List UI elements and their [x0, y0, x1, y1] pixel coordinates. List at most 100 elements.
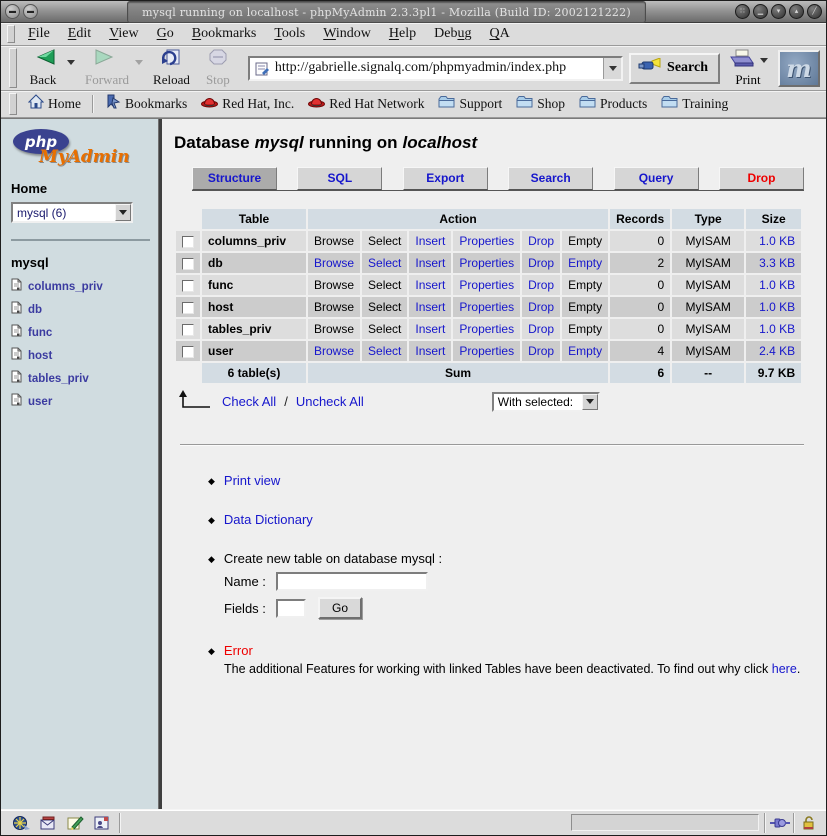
window-shade-icon[interactable]: ▁: [753, 4, 768, 19]
action-drop[interactable]: Drop: [522, 253, 560, 273]
go-button[interactable]: Go: [318, 597, 362, 619]
action-properties[interactable]: Properties: [453, 341, 520, 361]
sidebar-home-link[interactable]: Home: [11, 181, 150, 196]
new-table-name-input[interactable]: [276, 572, 428, 591]
print-dropdown-icon[interactable]: [760, 58, 768, 63]
back-button[interactable]: Back: [21, 48, 65, 89]
action-properties[interactable]: Properties: [453, 275, 520, 295]
window-lower-icon[interactable]: ▾: [771, 4, 786, 19]
database-select[interactable]: mysql (6): [11, 202, 133, 223]
action-select[interactable]: Select: [362, 253, 407, 273]
sidebar-table-link[interactable]: db: [28, 304, 42, 316]
action-insert[interactable]: Insert: [409, 297, 451, 317]
print-view-link[interactable]: Print view: [224, 473, 280, 488]
menu-file[interactable]: File: [19, 25, 59, 43]
window-maximize-icon[interactable]: ∷: [735, 4, 750, 19]
reload-button[interactable]: Reload: [149, 48, 194, 89]
mail-icon[interactable]: [38, 814, 58, 831]
data-dictionary-link[interactable]: Data Dictionary: [224, 512, 313, 527]
action-properties[interactable]: Properties: [453, 231, 520, 251]
sidebar-item-func[interactable]: func: [11, 324, 150, 342]
tab-structure[interactable]: Structure: [192, 167, 277, 190]
size-link[interactable]: 2.4 KB: [746, 341, 801, 361]
size-link[interactable]: 3.3 KB: [746, 253, 801, 273]
forward-button[interactable]: Forward: [81, 48, 133, 89]
window-close-icon[interactable]: ╱: [807, 4, 822, 19]
personal-bookmark-training[interactable]: Training: [654, 93, 735, 115]
action-browse[interactable]: Browse: [308, 341, 360, 361]
toolbar-grippy[interactable]: [9, 93, 17, 115]
uncheck-all-link[interactable]: Uncheck All: [296, 394, 364, 409]
menu-tools[interactable]: Tools: [265, 25, 314, 43]
search-button[interactable]: Search: [629, 53, 720, 84]
action-drop[interactable]: Drop: [522, 297, 560, 317]
action-empty[interactable]: Empty: [562, 341, 608, 361]
menu-go[interactable]: Go: [148, 25, 183, 43]
personal-bookmark-red-hat-inc-[interactable]: Red Hat, Inc.: [194, 93, 301, 115]
row-checkbox[interactable]: [182, 324, 194, 336]
row-checkbox[interactable]: [182, 302, 194, 314]
sidebar-table-link[interactable]: user: [28, 396, 52, 408]
size-link[interactable]: 1.0 KB: [746, 297, 801, 317]
address-book-icon[interactable]: [92, 814, 112, 831]
window-minimize-icon[interactable]: ▬: [23, 4, 38, 19]
forward-dropdown-icon[interactable]: [135, 60, 143, 65]
action-select[interactable]: Select: [362, 341, 407, 361]
size-link[interactable]: 1.0 KB: [746, 319, 801, 339]
personal-bookmark-red-hat-network[interactable]: Red Hat Network: [301, 93, 431, 115]
menu-edit[interactable]: Edit: [59, 25, 100, 43]
sidebar-item-tables_priv[interactable]: tables_priv: [11, 370, 150, 388]
action-properties[interactable]: Properties: [453, 253, 520, 273]
url-input[interactable]: [275, 58, 603, 79]
row-checkbox[interactable]: [182, 346, 194, 358]
personal-bookmark-shop[interactable]: Shop: [509, 93, 572, 115]
tab-query[interactable]: Query: [614, 167, 699, 190]
size-link[interactable]: 1.0 KB: [746, 275, 801, 295]
action-drop[interactable]: Drop: [522, 231, 560, 251]
row-checkbox[interactable]: [182, 280, 194, 292]
check-all-link[interactable]: Check All: [222, 394, 276, 409]
window-raise-icon[interactable]: ▴: [789, 4, 804, 19]
online-status[interactable]: [765, 813, 794, 833]
menu-qa[interactable]: QA: [480, 25, 518, 43]
sidebar-item-user[interactable]: user: [11, 393, 150, 411]
with-selected-select[interactable]: With selected:: [492, 392, 600, 412]
toolbar-grippy[interactable]: [7, 25, 15, 43]
bookmark-page-icon[interactable]: [255, 61, 270, 76]
action-insert[interactable]: Insert: [409, 341, 451, 361]
security-indicator[interactable]: [794, 813, 823, 833]
sidebar-table-link[interactable]: func: [28, 327, 52, 339]
row-checkbox[interactable]: [182, 258, 194, 270]
error-here-link[interactable]: here: [772, 662, 797, 676]
tab-export[interactable]: Export: [403, 167, 488, 190]
menu-help[interactable]: Help: [380, 25, 425, 43]
action-browse[interactable]: Browse: [308, 253, 360, 273]
tab-sql[interactable]: SQL: [297, 167, 382, 190]
action-drop[interactable]: Drop: [522, 275, 560, 295]
action-insert[interactable]: Insert: [409, 253, 451, 273]
sidebar-table-link[interactable]: host: [28, 350, 52, 362]
toolbar-grippy[interactable]: [9, 48, 17, 88]
menu-debug[interactable]: Debug: [425, 25, 480, 43]
phpmyadmin-logo[interactable]: php MyAdmin: [11, 127, 131, 171]
sidebar-item-host[interactable]: host: [11, 347, 150, 365]
action-drop[interactable]: Drop: [522, 341, 560, 361]
personal-bookmark-bookmarks[interactable]: Bookmarks: [98, 92, 194, 116]
menu-view[interactable]: View: [100, 25, 148, 43]
sidebar-item-db[interactable]: db: [11, 301, 150, 319]
personal-bookmark-products[interactable]: Products: [572, 93, 654, 115]
row-checkbox[interactable]: [182, 236, 194, 248]
url-dropdown-icon[interactable]: [603, 58, 621, 79]
action-drop[interactable]: Drop: [522, 319, 560, 339]
sidebar-table-link[interactable]: tables_priv: [28, 373, 89, 385]
action-insert[interactable]: Insert: [409, 231, 451, 251]
new-table-fields-input[interactable]: [276, 599, 306, 618]
action-properties[interactable]: Properties: [453, 297, 520, 317]
action-empty[interactable]: Empty: [562, 253, 608, 273]
menu-window[interactable]: Window: [314, 25, 380, 43]
mozilla-throbber-icon[interactable]: m: [778, 50, 820, 87]
action-properties[interactable]: Properties: [453, 319, 520, 339]
stop-button[interactable]: Stop: [196, 48, 240, 89]
back-dropdown-icon[interactable]: [67, 60, 75, 65]
menu-bookmarks[interactable]: Bookmarks: [183, 25, 266, 43]
